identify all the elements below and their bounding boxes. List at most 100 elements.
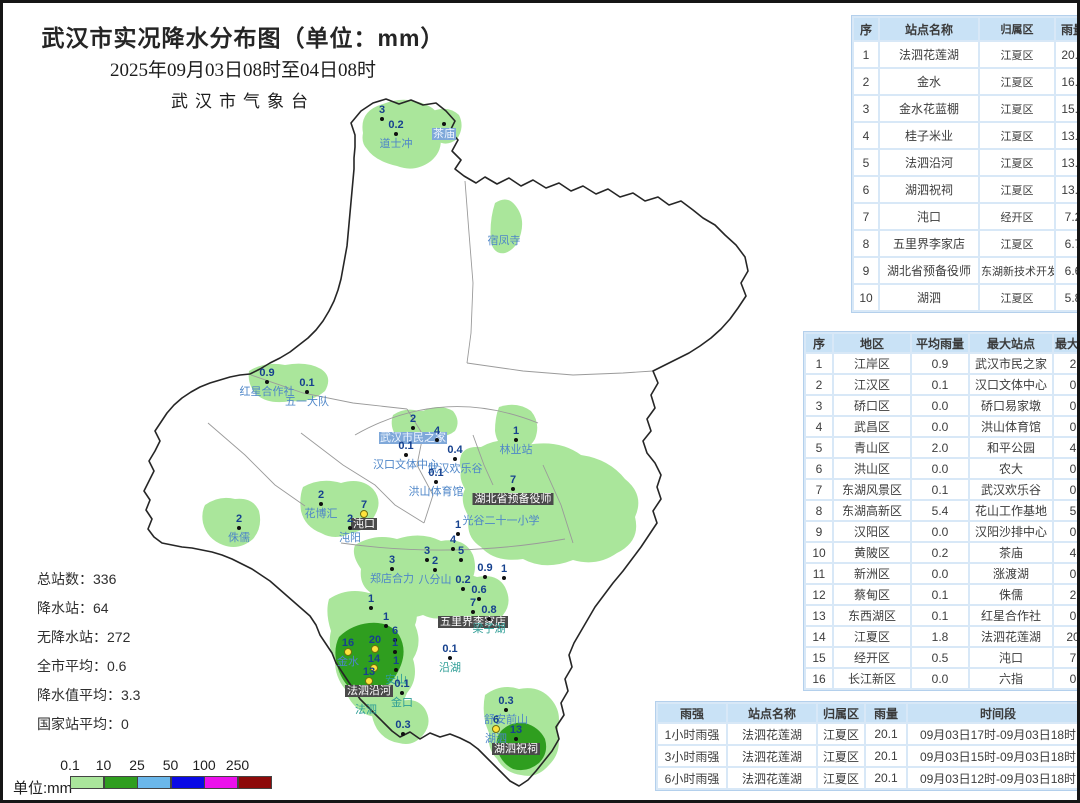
table-row: 7沌口经开区7.2: [854, 204, 1080, 229]
stat-line: 国家站平均：0: [37, 714, 140, 743]
table-cell: 2: [854, 69, 878, 94]
rain-intensity-table: 雨强站点名称归属区雨量时间段1小时雨强法泗花莲湖江夏区20.109月03日17时…: [655, 701, 1080, 791]
table-cell: 0.0: [912, 459, 968, 478]
table-cell: 0.9: [1054, 606, 1080, 625]
station-dot: [400, 691, 404, 695]
table-cell: 0.0: [1054, 459, 1080, 478]
table-header-cell: 最大站点: [970, 334, 1052, 352]
table-cell: 13.8: [1056, 123, 1080, 148]
station-dot: [456, 532, 460, 536]
table-cell: 2.0: [912, 438, 968, 457]
station-name-label: 郑店合力: [370, 573, 414, 585]
station-rainfall-value: 0.1: [394, 678, 409, 690]
legend-threshold: 250: [226, 757, 249, 773]
table-header-row: 序地区平均雨量最大站点最大雨量: [806, 334, 1080, 352]
table-cell: 4: [854, 123, 878, 148]
table-cell: 青山区: [834, 438, 910, 457]
table-cell: 0.0: [1054, 522, 1080, 541]
table-row: 1江岸区0.9武汉市民之家2.5: [806, 354, 1080, 373]
station-name-label: 宿凤寺: [488, 235, 521, 247]
table-cell: 江夏区: [980, 42, 1054, 67]
table-cell: 汉阳沙排中心: [970, 522, 1052, 541]
table-cell: 武汉市民之家: [970, 354, 1052, 373]
table-row: 2金水江夏区16.4: [854, 69, 1080, 94]
station-dot: [504, 708, 508, 712]
table-row: 9湖北省预备役师东湖新技术开发区6.6: [854, 258, 1080, 283]
station-rainfall-value: 5: [458, 545, 464, 557]
station-name-label: 光谷二十一小学: [463, 515, 540, 527]
station-name-label: 花博汇: [305, 508, 338, 520]
table-row: 15经开区0.5沌口7.2: [806, 648, 1080, 667]
table-header-row: 雨强站点名称归属区雨量时间段: [658, 704, 1080, 722]
table-cell: 湖泗祝祠: [880, 177, 978, 202]
table-header-cell: 雨量: [1056, 18, 1080, 40]
table-header-cell: 时间段: [908, 704, 1080, 722]
table-row: 13东西湖区0.1红星合作社0.9: [806, 606, 1080, 625]
station-dot: [365, 677, 373, 685]
table-row: 8五里界李家店江夏区6.7: [854, 231, 1080, 256]
table-cell: 湖北省预备役师: [880, 258, 978, 283]
station-dot: [435, 438, 439, 442]
table-cell: 7.2: [1054, 648, 1080, 667]
station-rainfall-value: 2: [410, 413, 416, 425]
table-cell: 江汉区: [834, 375, 910, 394]
table-row: 5青山区2.0和平公园4.5: [806, 438, 1080, 457]
station-dot: [265, 380, 269, 384]
table-cell: 20.1: [1054, 627, 1080, 646]
station-dot: [448, 656, 452, 660]
table-header-cell: 归属区: [980, 18, 1054, 40]
table-cell: 沌口: [880, 204, 978, 229]
table-cell: 农大: [970, 459, 1052, 478]
station-dot: [502, 576, 506, 580]
table-row: 10黄陂区0.2茶庙4.5: [806, 543, 1080, 562]
table-cell: 0.1: [912, 585, 968, 604]
table-cell: 16: [806, 669, 832, 688]
station-rainfall-value: 2: [432, 555, 438, 567]
page-title: 武汉市实况降水分布图（单位：mm）: [33, 19, 453, 53]
station-dot: [514, 737, 518, 741]
table-cell: 0.9: [912, 354, 968, 373]
table-cell: 金水花蓝棚: [880, 96, 978, 121]
table-cell: 0.5: [912, 648, 968, 667]
table-cell: 江岸区: [834, 354, 910, 373]
station-rainfall-value: 0.1: [442, 643, 457, 655]
table-cell: 六指: [970, 669, 1052, 688]
time-range: 2025年09月03日08时至04日08时: [33, 55, 453, 82]
table-cell: 江夏区: [980, 69, 1054, 94]
table-cell: 武昌区: [834, 417, 910, 436]
legend-color-box: [137, 776, 171, 789]
table-cell: 4.5: [1054, 438, 1080, 457]
table-cell: 法泗花莲湖: [728, 746, 816, 766]
station-rainfall-value: 7: [510, 474, 516, 486]
station-name-label: 湖泗祝祠: [492, 743, 540, 755]
table-cell: 20.1: [866, 746, 906, 766]
table-cell: 江夏区: [834, 627, 910, 646]
station-name-label: 沿湖: [439, 662, 461, 674]
legend-color-box: [238, 776, 272, 789]
table-cell: 6.7: [1056, 231, 1080, 256]
table-cell: 洪山区: [834, 459, 910, 478]
station-rainfall-value: 2: [347, 513, 353, 525]
table-cell: 侏儒: [970, 585, 1052, 604]
table-cell: 6: [806, 459, 832, 478]
station-dot: [471, 610, 475, 614]
table-cell: 2.0: [1054, 585, 1080, 604]
table-cell: 12: [806, 585, 832, 604]
table-header-cell: 雨量: [866, 704, 906, 722]
station-dot: [305, 390, 309, 394]
table-cell: 法泗沿河: [880, 150, 978, 175]
station-dot: [453, 457, 457, 461]
station-rainfall-value: 1: [455, 519, 461, 531]
legend-threshold: 0.1: [60, 757, 79, 773]
table-cell: 8: [806, 501, 832, 520]
table-row: 6洪山区0.0农大0.0: [806, 459, 1080, 478]
table-cell: 09月03日15时-09月03日18时: [908, 746, 1080, 766]
table-cell: 涨渡湖: [970, 564, 1052, 583]
station-rainfall-value: 0.3: [498, 695, 513, 707]
table-cell: 江夏区: [818, 746, 864, 766]
station-name-label: 侏儒: [228, 532, 250, 544]
station-dot: [404, 453, 408, 457]
station-rainfall-value: 0.9: [259, 367, 274, 379]
station-dot: [492, 725, 500, 733]
table-cell: 10: [806, 543, 832, 562]
